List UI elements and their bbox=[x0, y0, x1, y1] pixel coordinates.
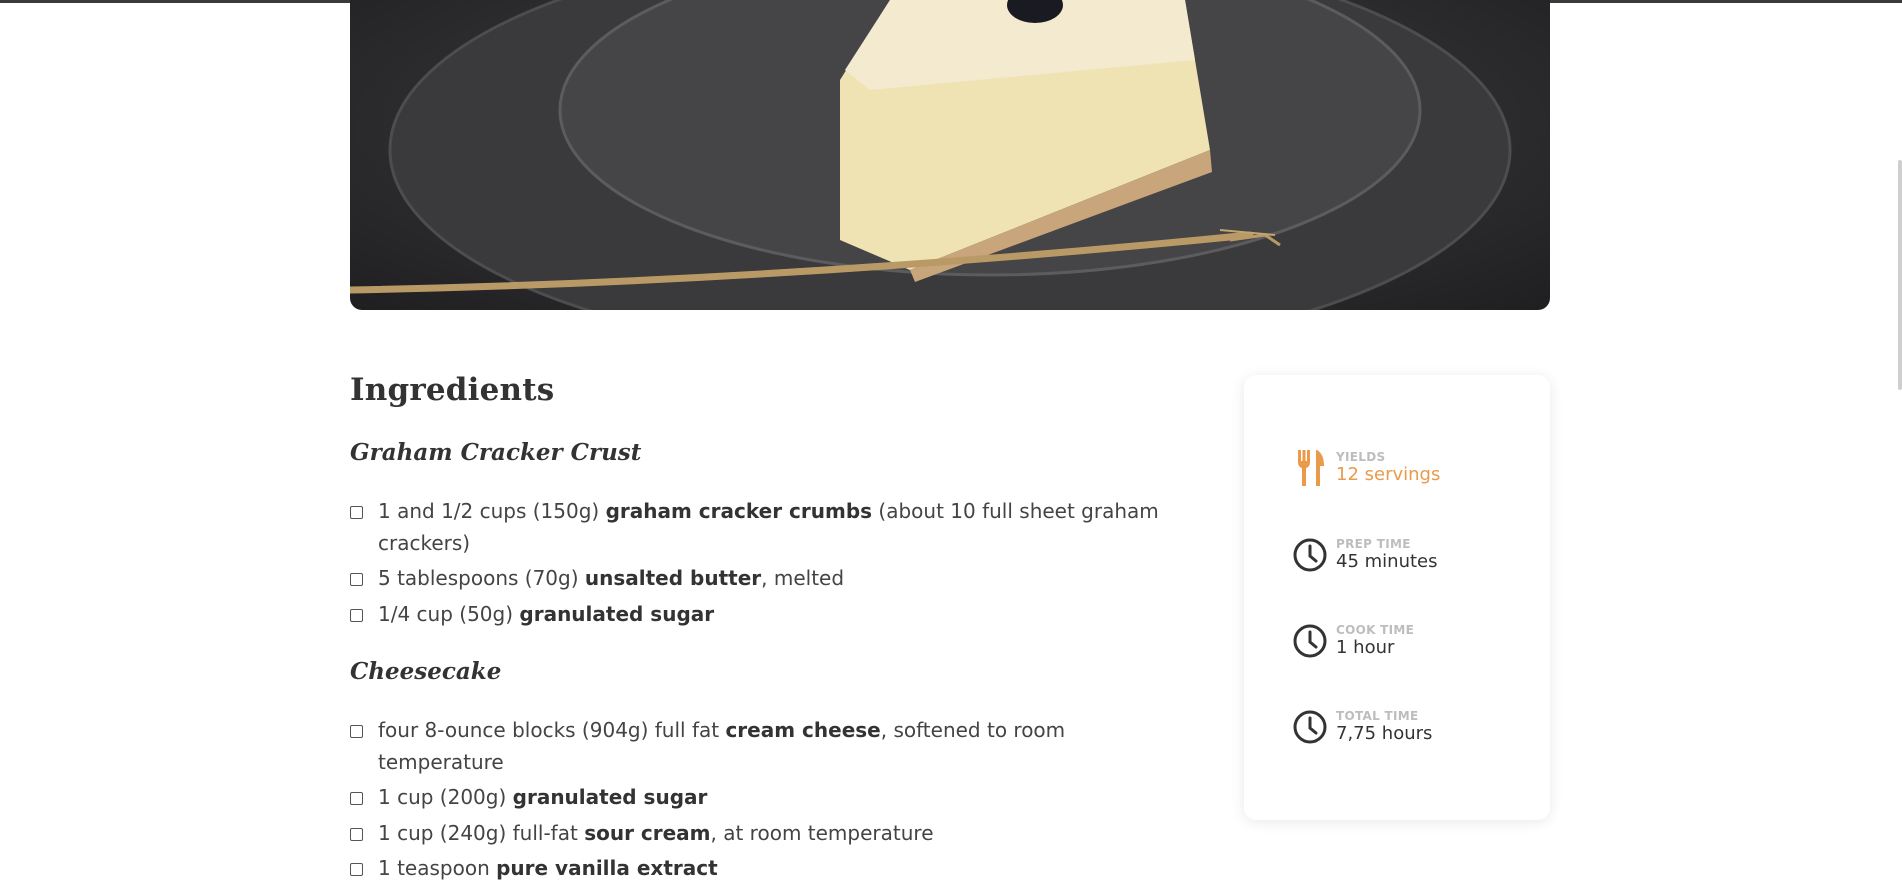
ingredients-section: Ingredients Graham Cracker Crust 1 and 1… bbox=[350, 372, 1220, 889]
ingredient-group-title: Graham Cracker Crust bbox=[350, 439, 642, 466]
ingredient-text: 1 teaspoon pure vanilla extract bbox=[378, 856, 718, 880]
ingredient-checkbox[interactable] bbox=[350, 573, 363, 586]
cheesecake-photo bbox=[350, 0, 1512, 310]
total-time-label: TOTAL TIME bbox=[1336, 709, 1419, 723]
ingredient-text: 1 cup (240g) full-fat sour cream, at roo… bbox=[378, 820, 934, 845]
ingredient-item[interactable]: 1 cup (200g) granulated sugar bbox=[350, 782, 1220, 814]
prep-time-value: 45 minutes bbox=[1336, 551, 1438, 572]
scrollbar-thumb[interactable] bbox=[1898, 160, 1902, 390]
ingredient-text: 1 cup (200g) granulated sugar bbox=[378, 785, 708, 809]
yields-value: 12 servings bbox=[1336, 464, 1441, 485]
recipe-hero-image bbox=[350, 0, 1550, 310]
clock-icon bbox=[1292, 708, 1328, 746]
ingredient-text: 5 tablespoons (70g) unsalted butter, mel… bbox=[378, 566, 845, 590]
ingredient-checkbox[interactable] bbox=[350, 792, 363, 805]
ingredient-checkbox[interactable] bbox=[350, 608, 363, 622]
ingredient-list: four 8-ounce blocks (904g) full fat crea… bbox=[350, 715, 1220, 885]
cook-time-value: 1 hour bbox=[1336, 637, 1395, 658]
ingredient-checkbox[interactable] bbox=[350, 863, 363, 876]
ingredient-list: 1 and 1/2 cups (150g) graham cracker cru… bbox=[350, 496, 1220, 630]
ingredient-checkbox[interactable] bbox=[350, 827, 363, 841]
total-time-info: TOTAL TIME 7,75 hours bbox=[1292, 708, 1432, 746]
ingredient-text: 1 and 1/2 cups (150g) graham cracker cru… bbox=[378, 499, 1159, 555]
prep-time-label: PREP TIME bbox=[1336, 537, 1411, 551]
total-time-value: 7,75 hours bbox=[1336, 723, 1433, 744]
ingredient-item[interactable]: 1/4 cup (50g) granulated sugar bbox=[350, 599, 1220, 631]
ingredient-item[interactable]: 1 cup (240g) full-fat sour cream, at roo… bbox=[350, 818, 1220, 850]
ingredient-text: four 8-ounce blocks (904g) full fat crea… bbox=[378, 718, 1066, 774]
ingredient-item[interactable]: four 8-ounce blocks (904g) full fat crea… bbox=[350, 715, 1220, 778]
fork-knife-icon bbox=[1292, 449, 1328, 487]
ingredient-text: 1/4 cup (50g) granulated sugar bbox=[378, 601, 715, 626]
ingredient-item[interactable]: 1 teaspoon pure vanilla extract bbox=[350, 853, 1220, 885]
prep-time-info: PREP TIME 45 minutes bbox=[1292, 536, 1438, 574]
cook-time-label: COOK TIME bbox=[1336, 623, 1415, 637]
ingredient-checkbox[interactable] bbox=[350, 725, 363, 738]
ingredient-checkbox[interactable] bbox=[350, 506, 363, 519]
ingredient-item[interactable]: 5 tablespoons (70g) unsalted butter, mel… bbox=[350, 563, 1220, 595]
recipe-info-card: YIELDS 12 servings PREP TIME 45 minutes … bbox=[1244, 375, 1550, 820]
yields-label: YIELDS bbox=[1336, 450, 1386, 464]
ingredients-title: Ingredients bbox=[350, 372, 555, 408]
ingredient-item[interactable]: 1 and 1/2 cups (150g) graham cracker cru… bbox=[350, 496, 1220, 559]
clock-icon bbox=[1292, 622, 1328, 660]
clock-icon bbox=[1292, 536, 1328, 574]
yields-info: YIELDS 12 servings bbox=[1292, 449, 1440, 487]
cook-time-info: COOK TIME 1 hour bbox=[1292, 622, 1414, 660]
ingredient-group-title: Cheesecake bbox=[350, 658, 502, 685]
